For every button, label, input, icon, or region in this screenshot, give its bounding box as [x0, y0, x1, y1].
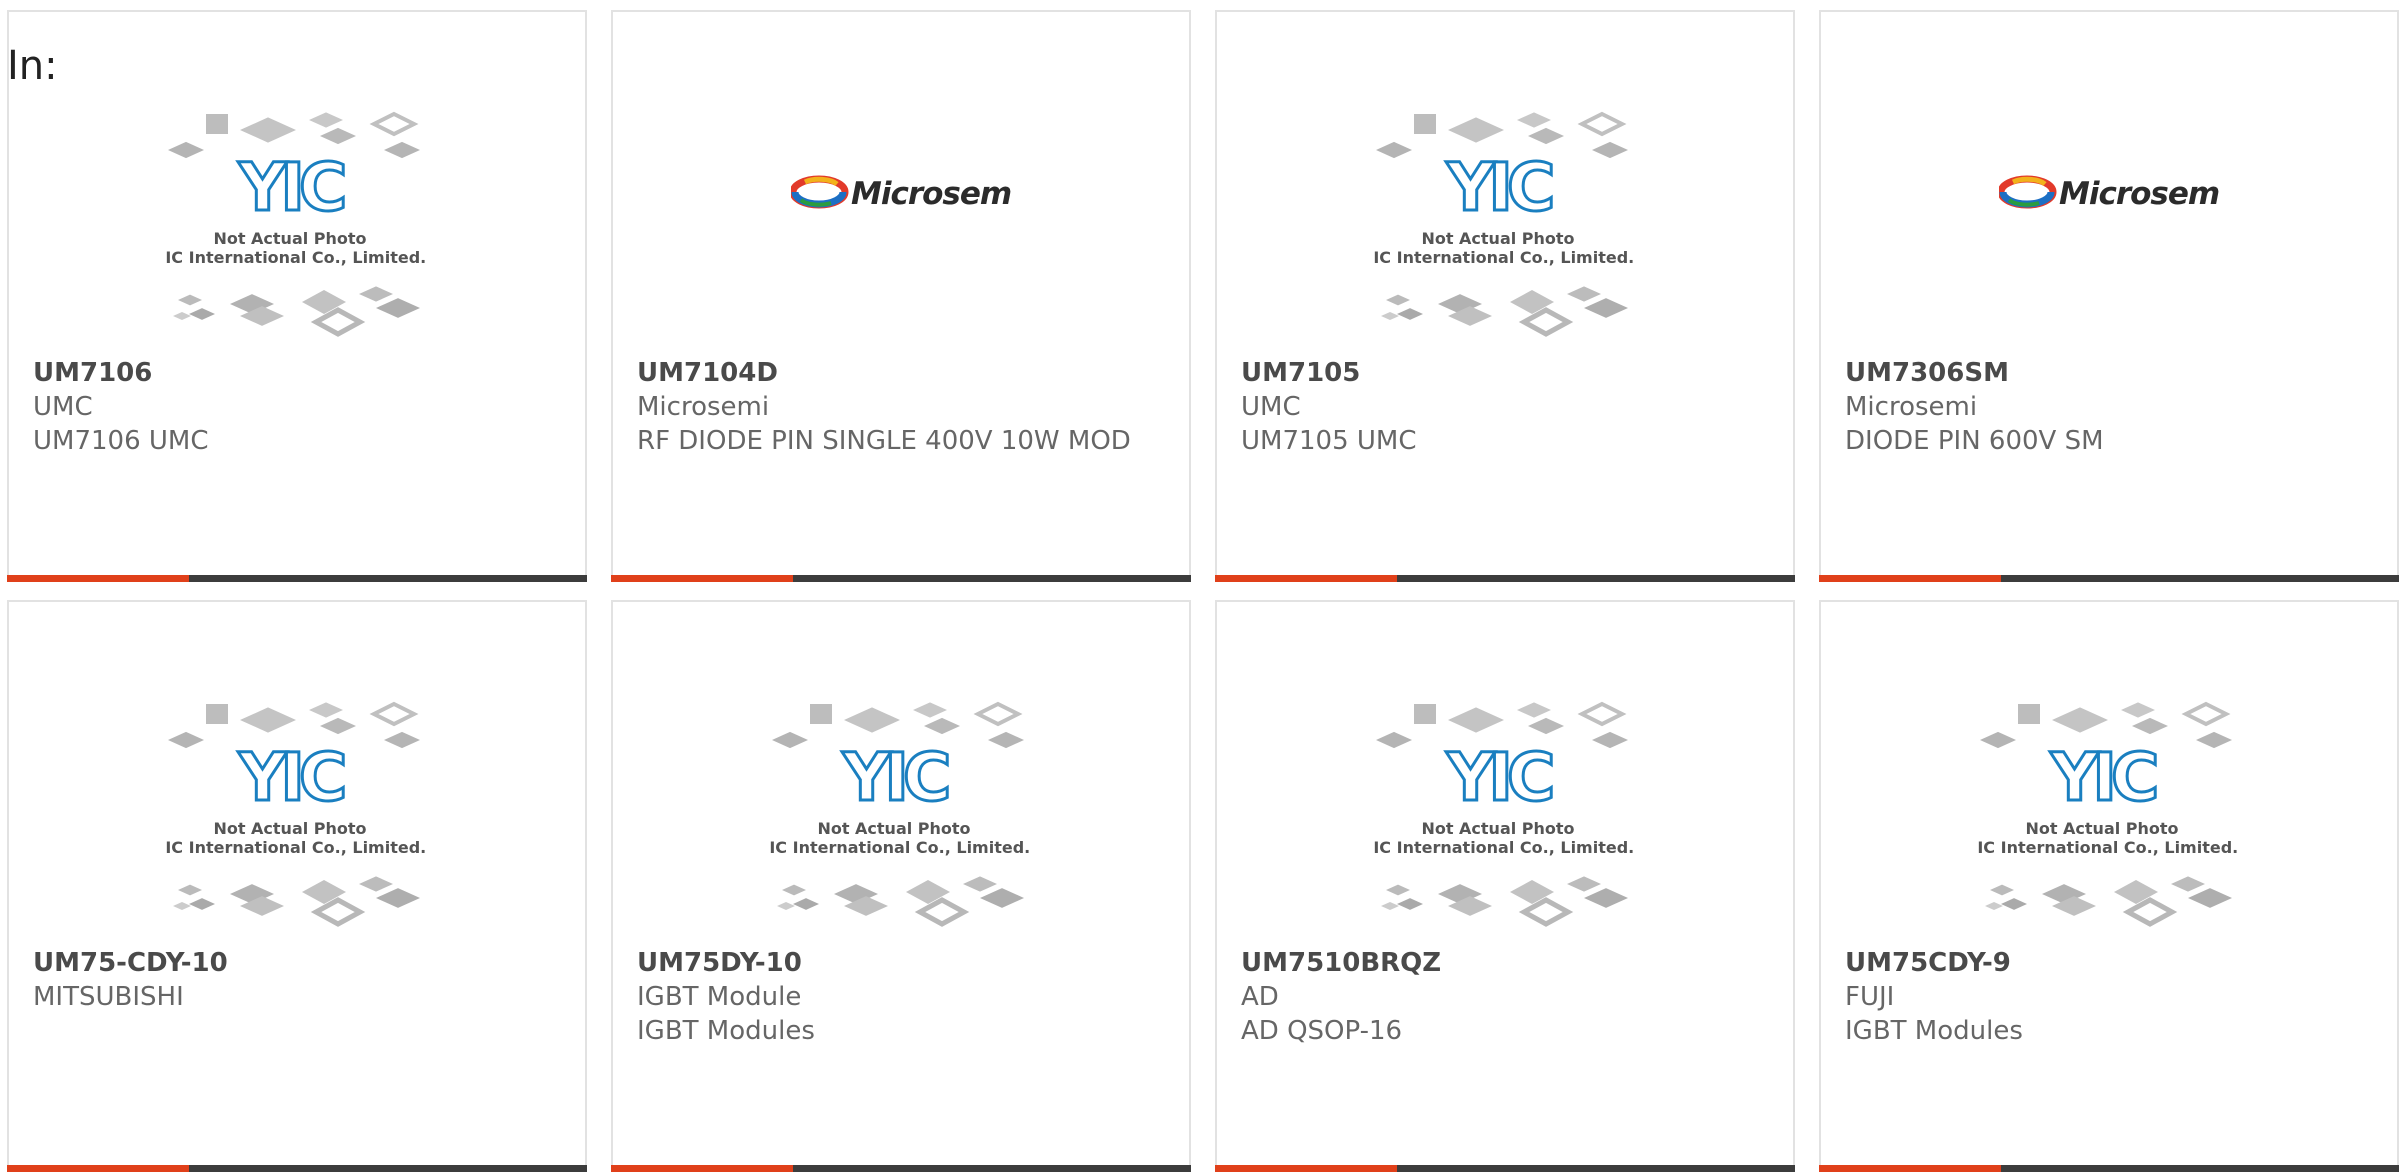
card-footer-bar [611, 575, 1191, 582]
svg-text:Not Actual Photo: Not Actual Photo [1421, 819, 1574, 838]
product-card[interactable]: Microsemi UM7306SM Microsemi DIODE PIN 6… [1819, 10, 2399, 582]
product-image-placeholder: YIC Not Actual Photo YIC International Co.… [1217, 602, 1793, 942]
product-card[interactable]: YIC Not Actual Photo YIC International Co.… [1819, 600, 2399, 1172]
manufacturer: UMC [1241, 392, 1301, 422]
svg-text:Not Actual Photo: Not Actual Photo [213, 819, 366, 838]
manufacturer: MITSUBISHI [33, 982, 184, 1012]
part-number[interactable]: UM7104D [637, 356, 1165, 390]
product-info: UM75-CDY-10 MITSUBISHI [33, 946, 561, 1014]
product-info: UM7106 UMC UM7106 UMC [33, 356, 561, 458]
svg-text:YIC International Co., Limited: YIC International Co., Limited. [1374, 838, 1634, 857]
description: DIODE PIN 600V SM [1845, 426, 2104, 456]
manufacturer: Microsemi [1845, 392, 1978, 422]
svg-text:YIC International Co., Limited: YIC International Co., Limited. [166, 838, 426, 857]
product-image-placeholder: YIC Not Actual Photo YIC International Co.… [9, 12, 585, 352]
description: UM7106 UMC [33, 426, 209, 456]
card-footer-bar [1215, 1165, 1795, 1172]
product-card[interactable]: Microsemi UM7104D Microsemi RF DIODE PIN… [611, 10, 1191, 582]
product-info: UM7306SM Microsemi DIODE PIN 600V SM [1845, 356, 2373, 458]
svg-text:YIC International Co., Limited: YIC International Co., Limited. [770, 838, 1030, 857]
product-card[interactable]: YIC Not Actual Photo YIC International Co.… [611, 600, 1191, 1172]
description: IGBT Modules [637, 1016, 815, 1046]
manufacturer: IGBT Module [637, 982, 802, 1012]
svg-text:YIC: YIC [1446, 149, 1552, 226]
product-image-placeholder: YIC Not Actual Photo YIC International Co.… [1821, 602, 2397, 942]
svg-text:YIC: YIC [1446, 739, 1552, 816]
product-info: UM7104D Microsemi RF DIODE PIN SINGLE 40… [637, 356, 1165, 458]
description: IGBT Modules [1845, 1016, 2023, 1046]
product-image-placeholder: YIC Not Actual Photo YIC International Co.… [1217, 12, 1793, 352]
product-image-placeholder: YIC Not Actual Photo YIC International Co.… [613, 602, 1189, 942]
svg-text:YIC International Co., Limited: YIC International Co., Limited. [1978, 838, 2238, 857]
product-info: UM7510BRQZ AD AD QSOP-16 [1241, 946, 1769, 1048]
part-number[interactable]: UM75CDY-9 [1845, 946, 2373, 980]
svg-text:Not Actual Photo: Not Actual Photo [817, 819, 970, 838]
svg-text:Not Actual Photo: Not Actual Photo [2025, 819, 2178, 838]
description: UM7105 UMC [1241, 426, 1417, 456]
product-image-placeholder: YIC Not Actual Photo YIC International Co.… [9, 602, 585, 942]
part-number[interactable]: UM7306SM [1845, 356, 2373, 390]
part-number[interactable]: UM7106 [33, 356, 561, 390]
svg-text:YIC: YIC [238, 739, 344, 816]
product-info: UM75CDY-9 FUJI IGBT Modules [1845, 946, 2373, 1048]
card-footer-bar [7, 575, 587, 582]
card-footer-bar [1215, 575, 1795, 582]
product-card[interactable]: YIC Not Actual Photo YIC International Co.… [7, 10, 587, 582]
svg-text:Not Actual Photo: Not Actual Photo [213, 229, 366, 248]
svg-text:YIC International Co., Limited: YIC International Co., Limited. [166, 248, 426, 267]
card-footer-bar [1819, 575, 2399, 582]
card-footer-bar [611, 1165, 1191, 1172]
product-card[interactable]: YIC Not Actual Photo YIC International Co.… [1215, 10, 1795, 582]
product-grid: YIC Not Actual Photo YIC International Co.… [0, 0, 2400, 1172]
description: RF DIODE PIN SINGLE 400V 10W MOD [637, 426, 1131, 456]
svg-text:Microsemi: Microsemi [851, 176, 1011, 212]
card-footer-bar [1819, 1165, 2399, 1172]
svg-text:Not Actual Photo: Not Actual Photo [1421, 229, 1574, 248]
manufacturer: FUJI [1845, 982, 1895, 1012]
product-card[interactable]: YIC Not Actual Photo YIC International Co.… [1215, 600, 1795, 1172]
microsemi-logo: Microsemi [613, 12, 1189, 352]
product-card[interactable]: YIC Not Actual Photo YIC International Co.… [7, 600, 587, 1172]
microsemi-logo: Microsemi [1821, 12, 2397, 352]
card-footer-bar [7, 1165, 587, 1172]
part-number[interactable]: UM7105 [1241, 356, 1769, 390]
description: AD QSOP-16 [1241, 1016, 1403, 1046]
manufacturer: UMC [33, 392, 93, 422]
product-info: UM7105 UMC UM7105 UMC [1241, 356, 1769, 458]
manufacturer: AD [1241, 982, 1279, 1012]
manufacturer: Microsemi [637, 392, 770, 422]
svg-text:YIC: YIC [2050, 739, 2156, 816]
svg-text:Microsemi: Microsemi [2059, 176, 2219, 212]
svg-text:YIC: YIC [238, 149, 344, 226]
svg-text:YIC International Co., Limited: YIC International Co., Limited. [1374, 248, 1634, 267]
svg-text:YIC: YIC [842, 739, 948, 816]
part-number[interactable]: UM75-CDY-10 [33, 946, 561, 980]
part-number[interactable]: UM7510BRQZ [1241, 946, 1769, 980]
part-number[interactable]: UM75DY-10 [637, 946, 1165, 980]
product-info: UM75DY-10 IGBT Module IGBT Modules [637, 946, 1165, 1048]
page-heading-in: In: [7, 43, 58, 89]
